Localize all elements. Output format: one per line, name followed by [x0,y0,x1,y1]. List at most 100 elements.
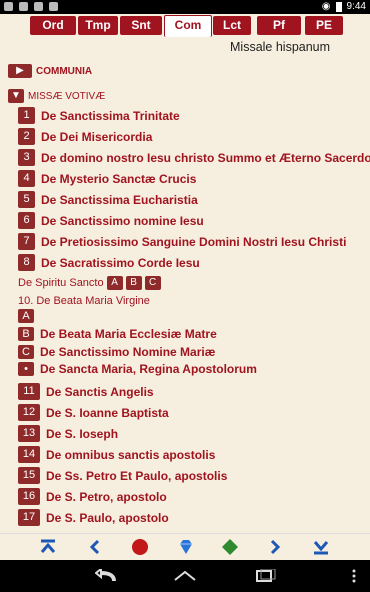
spiritu-option-b[interactable]: B [125,276,142,290]
bottom-navigation [0,533,370,560]
green-diamond-icon[interactable] [220,537,240,557]
item-label: De Sacratissimo Corde Iesu [41,255,200,270]
list-item[interactable]: 7 De Pretiosissimo Sanguine Domini Nostr… [18,233,346,250]
spiritu-option-c[interactable]: C [144,276,161,290]
list-item-spiritu: De Spiritu Sancto A B C [18,276,161,290]
item-number: 7 [18,233,35,250]
item-label: De S. Paulo, apostolo [46,510,169,525]
play-icon: ▶ [8,64,32,78]
item-number: 15 [18,467,40,484]
cloud-icon [34,2,43,11]
section-votive-label: MISSÆ VOTIVÆ [28,90,106,102]
red-circle-icon[interactable] [130,537,150,557]
list-item[interactable]: • De Sancta Maria, Regina Apostolorum [18,362,257,376]
item-label: De Sancta Maria, Regina Apostolorum [40,362,257,376]
item-number: 6 [18,212,35,229]
list-item[interactable]: 4 De Mysterio Sanctæ Crucis [18,170,196,187]
list-item[interactable]: 12 De S. Ioanne Baptista [18,404,169,421]
tab-ord[interactable]: Ord [30,16,76,35]
list-item[interactable]: C De Sanctissimo Nomine Mariæ [18,345,215,359]
item-number: 1 [18,107,35,124]
next-icon[interactable] [265,537,285,557]
collapse-icon: ▼ [8,89,24,103]
item-number: 13 [18,425,40,442]
list-item[interactable]: 8 De Sacratissimo Corde Iesu [18,254,200,271]
recent-apps-icon[interactable] [254,568,278,584]
chat-icon [19,2,28,11]
list-item[interactable]: 2 De Dei Misericordia [18,128,152,145]
item-label: De Sanctissimo Nomine Mariæ [40,345,216,359]
list-item[interactable]: 5 De Sanctissima Eucharistia [18,191,198,208]
status-time: 9:44 [346,1,366,12]
battery-icon [335,1,342,12]
item-number: 14 [18,446,40,463]
section-votive[interactable]: ▼ MISSÆ VOTIVÆ [8,89,105,103]
shield-icon [49,2,58,11]
system-navigation-bar [0,560,370,592]
status-system: ◉ 9:44 [322,1,366,12]
item-label: De Pretiosissimo Sanguine Domini Nostri … [41,234,347,249]
list-item[interactable]: 15 De Ss. Petro Et Paulo, apostolis [18,467,227,484]
tab-pe[interactable]: PE [305,16,343,35]
list-item[interactable]: 1 De Sanctissima Trinitate [18,107,180,124]
item-label: De S. Petro, apostolo [46,489,167,504]
tab-snt[interactable]: Snt [120,16,162,35]
list-item[interactable]: 3 De domino nostro Iesu christo Summo et… [18,149,370,166]
item-number: B [18,327,34,341]
item-label: De domino nostro Iesu christo Summo et Æ… [41,150,370,165]
item-number: 17 [18,509,40,526]
blue-gem-icon[interactable] [176,537,196,557]
list-item[interactable]: B De Beata Maria Ecclesiæ Matre [18,327,217,341]
previous-icon[interactable] [85,537,105,557]
item-number: 4 [18,170,35,187]
list-item[interactable]: 16 De S. Petro, apostolo [18,488,167,505]
item-label: De S. Ioanne Baptista [46,405,169,420]
tab-lct[interactable]: Lct [213,16,251,35]
menu-icon[interactable] [344,568,364,584]
tab-bar: Ord Tmp Snt Com Lct Pf PE [0,14,370,37]
status-notifications [4,2,58,11]
list-item[interactable]: 13 De S. Ioseph [18,425,118,442]
item-number: 2 [18,128,35,145]
tab-com[interactable]: Com [164,15,212,37]
item-number: C [18,345,34,359]
section-communia[interactable]: ▶ COMMUNIA [8,64,92,78]
home-icon[interactable] [173,568,197,584]
item-label: De Dei Misericordia [41,129,153,144]
item-label: De Sanctissima Eucharistia [41,192,198,207]
list-item[interactable]: 6 De Sanctissimo nomine Iesu [18,212,204,229]
item-number: 11 [18,383,40,400]
item-label: De Sanctissimo nomine Iesu [41,213,204,228]
image-icon [4,2,13,11]
item-label: De S. Ioseph [46,426,119,441]
item-number: 8 [18,254,35,271]
list-item[interactable]: 14 De omnibus sanctis apostolis [18,446,215,463]
item-number: 12 [18,404,40,421]
spiritu-label: De Spiritu Sancto [18,277,104,289]
last-page-icon[interactable] [311,537,331,557]
item-label: De Mysterio Sanctæ Crucis [41,171,197,186]
item-label: De Sanctis Angelis [46,384,154,399]
back-icon[interactable] [94,568,118,584]
item-label: De Ss. Petro Et Paulo, apostolis [46,468,228,483]
tab-pf[interactable]: Pf [257,16,301,35]
item-number: 16 [18,488,40,505]
list-item[interactable]: 17 De S. Paulo, apostolo [18,509,169,526]
list-item[interactable]: 11 De Sanctis Angelis [18,383,154,400]
page-title: Missale hispanum [230,40,331,54]
wifi-icon: ◉ [321,1,331,12]
spiritu-option-a[interactable]: A [106,276,123,290]
section-communia-label: COMMUNIA [36,65,93,77]
first-page-icon[interactable] [38,537,58,557]
tab-tmp[interactable]: Tmp [78,16,118,35]
list-item[interactable]: A [18,309,40,323]
item-number: A [18,309,34,323]
item-number: • [18,362,34,376]
item-label: De Beata Maria Ecclesiæ Matre [40,327,217,341]
item-label: De Sanctissima Trinitate [41,108,180,123]
maria-title: 10. De Beata Maria Virgine [18,295,150,307]
list-item-maria: 10. De Beata Maria Virgine [18,295,150,307]
item-number: 3 [18,149,35,166]
item-label: De omnibus sanctis apostolis [46,447,216,462]
status-bar: ◉ 9:44 [0,0,370,14]
